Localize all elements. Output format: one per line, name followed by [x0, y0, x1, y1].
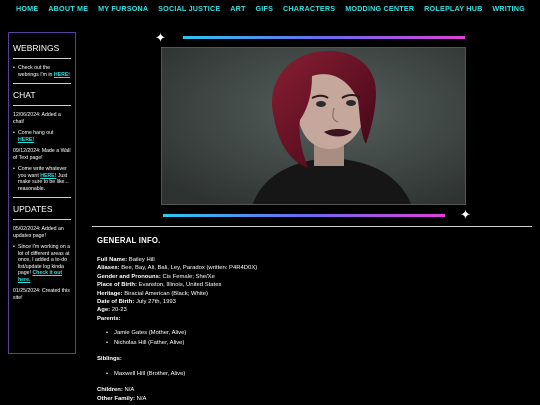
nav-about-me[interactable]: ABOUT ME — [48, 4, 88, 13]
character-portrait — [161, 47, 466, 205]
info-value: Evanston, Illinois, United States — [138, 282, 222, 289]
nav-art[interactable]: ART — [230, 4, 245, 13]
info-row: Full Name: Bailey Hill — [97, 256, 527, 264]
chat-list-1: Come hang out HERE! — [13, 130, 71, 143]
updates-update-2: 01/25/2024: Created this site! — [13, 288, 70, 301]
siblings-label: Siblings: — [97, 355, 527, 363]
chat-link[interactable]: HERE! — [18, 137, 34, 143]
updates-heading: UPDATES — [13, 204, 53, 214]
info-value: Biracial American (Black; White) — [124, 290, 208, 297]
info-value: Bee, Bay, Ali, Bali, Ley, Paradox (writt… — [121, 265, 258, 272]
webrings-heading: WEBRINGS — [13, 43, 60, 53]
info-row: Gender and Pronouns: Cis Female; She/Xe — [97, 273, 527, 281]
webrings-list: Check out the webrings I'm in HERE! — [13, 65, 71, 78]
info-label: Date of Birth: — [97, 299, 135, 306]
info-label: Aliases: — [97, 265, 120, 272]
webrings-link[interactable]: HERE! — [54, 72, 70, 78]
divider — [13, 197, 71, 198]
top-nav: HOME ABOUT ME MY FURSONA SOCIAL JUSTICE … — [0, 0, 540, 17]
sparkle-star-icon: ✦ — [460, 207, 471, 222]
updates-update-1: 05/02/2024: Added an updates page! — [13, 226, 64, 239]
list-item: Jamie Gates (Mother, Alive) — [97, 329, 527, 339]
info-row: Other Family: N/A — [97, 395, 527, 403]
wall-of-text-link[interactable]: HERE! — [40, 173, 56, 179]
parents-label: Parents: — [97, 315, 527, 323]
divider — [13, 83, 71, 84]
info-row: Aliases: Bee, Bay, Ali, Bali, Ley, Parad… — [97, 264, 527, 272]
info-row: Children: N/A — [97, 386, 527, 394]
info-value: Bailey Hill — [128, 257, 155, 263]
parents-list: Jamie Gates (Mother, Alive) Nicholas Hil… — [97, 329, 527, 348]
nav-roleplay-hub[interactable]: ROLEPLAY HUB — [424, 4, 482, 13]
list-item: Nicholas Hill (Father, Alive) — [97, 339, 527, 349]
chat-item-1-text: Come hang out — [18, 130, 54, 136]
chat-item-1: Come hang out HERE! — [13, 130, 71, 143]
divider — [13, 58, 71, 59]
nav-gifs[interactable]: GIFS — [256, 4, 274, 13]
chat-list-2: Come write whatever you want HERE! Just … — [13, 166, 71, 192]
info-label: Place of Birth: — [97, 282, 137, 289]
updates-item: Since I'm working on a lot of different … — [13, 244, 71, 283]
divider — [13, 105, 71, 106]
sparkle-star-icon: ✦ — [155, 30, 166, 45]
info-value: 20-23 — [111, 307, 127, 314]
section-title: GENERAL INFO. — [97, 236, 161, 245]
sidebar: WEBRINGS Check out the webrings I'm in H… — [8, 32, 76, 354]
section-divider — [92, 226, 532, 227]
gradient-divider-top — [183, 36, 465, 39]
chat-item-2: Come write whatever you want HERE! Just … — [13, 166, 71, 192]
info-value: N/A — [124, 387, 135, 394]
divider — [13, 219, 71, 220]
info-label: Heritage: — [97, 290, 123, 297]
nav-modding-center[interactable]: MODDING CENTER — [345, 4, 414, 13]
list-item: Maxwell Hill (Brother, Alive) — [97, 370, 527, 380]
info-row: Date of Birth: July 27th, 1993 — [97, 298, 527, 306]
nav-home[interactable]: HOME — [16, 4, 38, 13]
gradient-divider-bottom — [163, 214, 445, 217]
nav-writing[interactable]: WRITING — [492, 4, 525, 13]
siblings-list: Maxwell Hill (Brother, Alive) — [97, 370, 527, 380]
info-value: Cis Female; She/Xe — [162, 273, 215, 280]
info-row: Age: 20-23 — [97, 306, 527, 314]
updates-list: Since I'm working on a lot of different … — [13, 244, 71, 283]
info-label: Other Family: — [97, 395, 135, 402]
nav-characters[interactable]: CHARACTERS — [283, 4, 335, 13]
info-label: Gender and Pronouns: — [97, 273, 161, 280]
info-label: Age: — [97, 307, 111, 314]
webrings-item: Check out the webrings I'm in HERE! — [13, 65, 71, 78]
info-value: July 27th, 1993 — [135, 299, 176, 306]
info-row: Heritage: Biracial American (Black; Whit… — [97, 290, 527, 298]
info-label: Siblings: — [97, 356, 122, 363]
info-label: Parents: — [97, 315, 121, 322]
info-label: Children: — [97, 387, 123, 394]
nav-my-fursona[interactable]: MY FURSONA — [98, 4, 148, 13]
info-value: N/A — [136, 395, 147, 402]
chat-update-2: 09/12/2024: Made a Wall of Text page! — [13, 148, 71, 161]
chat-update-1: 12/06/2024: Added a chat! — [13, 112, 61, 125]
info-label: Full Name: — [97, 257, 128, 263]
info-row: Place of Birth: Evanston, Illinois, Unit… — [97, 281, 527, 289]
nav-social-justice[interactable]: SOCIAL JUSTICE — [158, 4, 220, 13]
general-info-section: GENERAL INFO. Full Name: Bailey Hill Ali… — [97, 236, 527, 403]
webrings-item-text: Check out the webrings I'm in — [18, 65, 53, 78]
chat-heading: CHAT — [13, 90, 36, 100]
portrait-image — [162, 48, 465, 204]
